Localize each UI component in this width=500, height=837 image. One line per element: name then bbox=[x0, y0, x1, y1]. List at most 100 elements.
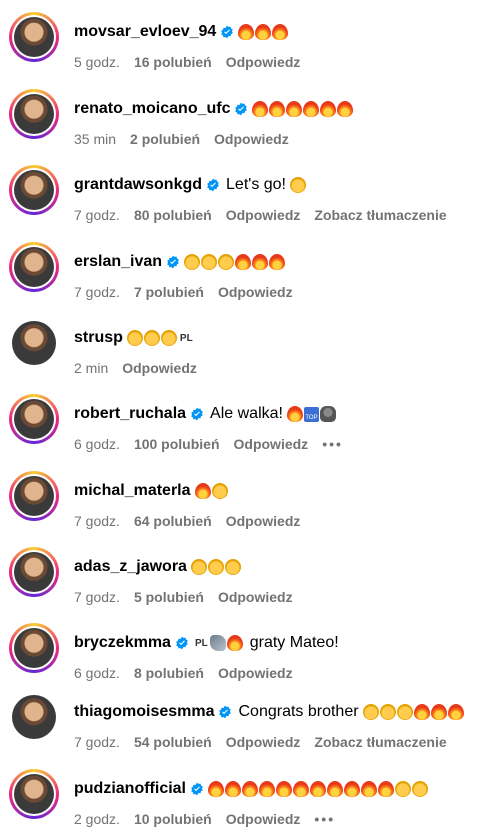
timestamp[interactable]: 7 godz. bbox=[74, 734, 120, 750]
reply-button[interactable]: Odpowiedz bbox=[226, 513, 301, 529]
avatar[interactable] bbox=[9, 165, 59, 215]
avatar-photo bbox=[14, 552, 54, 592]
timestamp[interactable]: 7 godz. bbox=[74, 207, 120, 223]
reply-button[interactable]: Odpowiedz bbox=[122, 360, 197, 376]
username-link[interactable]: adas_z_jawora bbox=[74, 558, 187, 576]
username-link[interactable]: robert_ruchala bbox=[74, 405, 186, 423]
username-link[interactable]: bryczekmma bbox=[74, 634, 171, 652]
more-options-icon[interactable]: ••• bbox=[314, 811, 335, 827]
emoji-group bbox=[238, 24, 289, 40]
username-link[interactable]: pudzianofficial bbox=[74, 780, 186, 798]
fire-emoji bbox=[286, 406, 303, 422]
comment-header: renato_moicano_ufc bbox=[74, 100, 490, 118]
comment-text: graty Mateo! bbox=[249, 634, 339, 651]
avatar-frame bbox=[12, 397, 56, 441]
reply-button[interactable]: Odpowiedz bbox=[226, 207, 301, 223]
comment-meta: 7 godz. 80 polubień Odpowiedz Zobacz tłumac… bbox=[74, 207, 490, 223]
reply-button[interactable]: Odpowiedz bbox=[226, 734, 301, 750]
reply-button[interactable]: Odpowiedz bbox=[218, 665, 293, 681]
fire-emoji bbox=[320, 101, 337, 117]
avatar[interactable] bbox=[9, 692, 59, 742]
avatar-photo bbox=[14, 247, 54, 287]
reply-button[interactable]: Odpowiedz bbox=[218, 589, 293, 605]
reply-button[interactable]: Odpowiedz bbox=[226, 811, 301, 827]
reply-button[interactable]: Odpowiedz bbox=[214, 131, 289, 147]
timestamp[interactable]: 7 godz. bbox=[74, 513, 120, 529]
comment-meta: 35 min 2 polubień Odpowiedz bbox=[74, 131, 490, 147]
likes-count[interactable]: 16 polubień bbox=[134, 54, 212, 70]
comment-row: grantdawsonkgd Let's go! 7 godz. 80 polubie… bbox=[0, 163, 500, 233]
comment-row: thiagomoisesmma Congrats brother 7 godz. 54… bbox=[0, 690, 500, 760]
fire-emoji bbox=[235, 254, 252, 270]
comment-header: pudzianofficial bbox=[74, 780, 490, 798]
timestamp[interactable]: 7 godz. bbox=[74, 589, 120, 605]
clap-emoji bbox=[184, 254, 201, 270]
avatar-photo bbox=[12, 321, 56, 365]
comment-meta: 6 godz. 8 polubień Odpowiedz bbox=[74, 665, 490, 681]
clap-emoji bbox=[290, 177, 306, 193]
likes-count[interactable]: 54 polubień bbox=[134, 734, 212, 750]
likes-count[interactable]: 80 polubień bbox=[134, 207, 212, 223]
avatar-photo bbox=[14, 170, 54, 210]
comment-row: renato_moicano_ufc 35 min 2 polubień Odpowi… bbox=[0, 87, 500, 157]
avatar[interactable] bbox=[9, 318, 59, 368]
comment-meta: 7 godz. 54 polubień Odpowiedz Zobacz tłumac… bbox=[74, 734, 490, 750]
username-link[interactable]: movsar_evloev_94 bbox=[74, 23, 216, 41]
see-translation-link[interactable]: Zobacz tłumaczenie bbox=[314, 207, 446, 223]
likes-count[interactable]: 8 polubień bbox=[134, 665, 204, 681]
timestamp[interactable]: 2 godz. bbox=[74, 811, 120, 827]
fire-emoji bbox=[255, 24, 272, 40]
avatar[interactable] bbox=[9, 471, 59, 521]
timestamp[interactable]: 2 min bbox=[74, 360, 108, 376]
fire-emoji bbox=[361, 781, 377, 797]
see-translation-link[interactable]: Zobacz tłumaczenie bbox=[314, 734, 446, 750]
avatar[interactable] bbox=[9, 394, 59, 444]
comment-text: Ale walka! bbox=[210, 405, 283, 422]
clap-emoji bbox=[362, 704, 379, 720]
fire-emoji bbox=[344, 781, 360, 797]
avatar[interactable] bbox=[9, 89, 59, 139]
fire-emoji bbox=[208, 781, 224, 797]
likes-count[interactable]: 100 polubień bbox=[134, 436, 220, 452]
username-link[interactable]: michal_materla bbox=[74, 482, 191, 500]
clap-emoji bbox=[396, 704, 413, 720]
likes-count[interactable]: 5 polubień bbox=[134, 589, 204, 605]
username-link[interactable]: thiagomoisesmma bbox=[74, 703, 214, 721]
avatar[interactable] bbox=[9, 769, 59, 819]
emoji-group: TOP bbox=[286, 406, 337, 422]
avatar[interactable] bbox=[9, 623, 59, 673]
reply-button[interactable]: Odpowiedz bbox=[218, 284, 293, 300]
avatar[interactable] bbox=[9, 547, 59, 597]
timestamp[interactable]: 7 godz. bbox=[74, 284, 120, 300]
emoji-group: PL bbox=[126, 330, 195, 346]
avatar[interactable] bbox=[9, 242, 59, 292]
fire-emoji bbox=[269, 254, 286, 270]
timestamp[interactable]: 6 godz. bbox=[74, 665, 120, 681]
clap-emoji bbox=[218, 254, 235, 270]
comment-header: grantdawsonkgd Let's go! bbox=[74, 176, 490, 194]
username-link[interactable]: strusp bbox=[74, 329, 123, 347]
avatar-frame bbox=[12, 168, 56, 212]
more-options-icon[interactable]: ••• bbox=[322, 436, 343, 452]
fire-emoji bbox=[252, 101, 269, 117]
avatar-photo bbox=[14, 94, 54, 134]
fire-emoji bbox=[194, 483, 211, 499]
reply-button[interactable]: Odpowiedz bbox=[226, 54, 301, 70]
avatar[interactable] bbox=[9, 12, 59, 62]
likes-count[interactable]: 2 polubień bbox=[130, 131, 200, 147]
verified-badge-icon bbox=[206, 178, 220, 192]
comment-meta: 2 godz. 10 polubień Odpowiedz ••• bbox=[74, 811, 490, 827]
timestamp[interactable]: 5 godz. bbox=[74, 54, 120, 70]
reply-button[interactable]: Odpowiedz bbox=[234, 436, 309, 452]
comments-list: movsar_evloev_94 5 godz. 16 polubień Odpowi… bbox=[0, 0, 500, 836]
avatar-frame bbox=[12, 245, 56, 289]
comment-header: strusp PL bbox=[74, 329, 490, 347]
timestamp[interactable]: 35 min bbox=[74, 131, 116, 147]
timestamp[interactable]: 6 godz. bbox=[74, 436, 120, 452]
username-link[interactable]: grantdawsonkgd bbox=[74, 176, 202, 194]
likes-count[interactable]: 10 polubień bbox=[134, 811, 212, 827]
likes-count[interactable]: 7 polubień bbox=[134, 284, 204, 300]
username-link[interactable]: renato_moicano_ufc bbox=[74, 100, 230, 118]
likes-count[interactable]: 64 polubień bbox=[134, 513, 212, 529]
username-link[interactable]: erslan_ivan bbox=[74, 253, 162, 271]
